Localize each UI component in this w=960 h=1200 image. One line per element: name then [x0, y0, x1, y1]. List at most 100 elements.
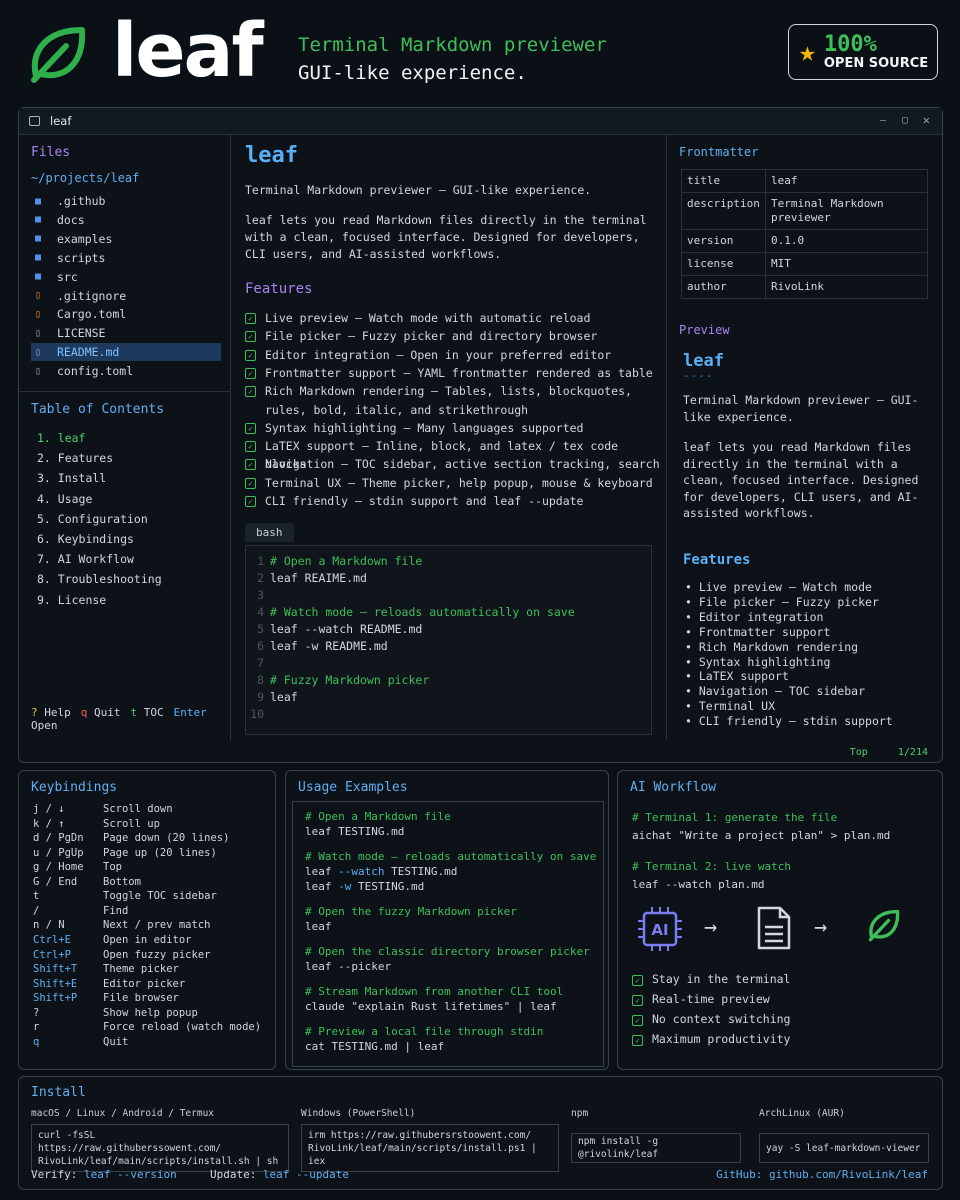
- keybinding-key: G / End: [33, 875, 78, 888]
- preview-list-item: • Editor integration: [685, 610, 823, 625]
- keybinding-key: r: [33, 1021, 40, 1034]
- preview-list-text: Editor integration: [698, 609, 824, 624]
- github-link[interactable]: github.com/RivoLink/leaf: [769, 1168, 928, 1181]
- install-command[interactable]: curl -fsSL https://raw.githuberssowent.c…: [31, 1124, 289, 1172]
- github-label: GitHub:: [716, 1168, 763, 1181]
- toc-item[interactable]: 3. Install: [37, 471, 106, 485]
- brand-wordmark: leaf: [112, 8, 264, 94]
- bullet-icon: •: [685, 624, 699, 639]
- preview-list-text: Frontmatter support: [698, 624, 831, 639]
- folder-icon: ■: [35, 214, 42, 226]
- feature-item: ✓ Terminal UX — Theme picker, help popup,…: [245, 474, 653, 492]
- help-key: Enter: [173, 706, 207, 719]
- usage-cmd-flag: -w: [338, 880, 352, 893]
- keybinding-row: ? Show help popup: [33, 1006, 273, 1020]
- usage-cmd-part: leaf: [305, 880, 339, 893]
- file-item[interactable]: ▯ Cargo.toml: [31, 305, 221, 323]
- frontmatter-key: description: [681, 192, 766, 230]
- doc-intro: leaf lets you read Markdown files direct…: [245, 213, 647, 261]
- preview-list-text: Terminal UX: [698, 699, 776, 714]
- keybindings-heading: Keybindings: [31, 780, 118, 795]
- feature-item: rules, bold, italic, and strikethrough: [265, 401, 528, 419]
- file-item[interactable]: ■ scripts: [31, 249, 221, 267]
- code-line: 2 leaf REAIME.md: [246, 570, 367, 587]
- feature-text: File picker — Fuzzy picker and directory…: [265, 329, 598, 344]
- line-number: 7: [257, 656, 264, 670]
- keybinding-row: Shift+T Theme picker: [33, 962, 273, 976]
- usage-command: claude "explain Rust lifetimes" | leaf: [305, 1000, 557, 1013]
- install-command[interactable]: npm install -g @rivolink/leaf: [571, 1133, 741, 1163]
- file-item[interactable]: ▯ README.md: [31, 343, 221, 362]
- file-item[interactable]: ■ src: [31, 268, 221, 286]
- code-line: 1 # Open a Markdown file: [246, 553, 422, 570]
- toc-item[interactable]: 4. Usage: [37, 492, 92, 506]
- feature-text: Terminal UX — Theme picker, help popup, …: [265, 475, 653, 490]
- toc-item[interactable]: 8. Troubleshooting: [37, 572, 162, 586]
- frontmatter-value: MIT: [765, 252, 928, 276]
- toc-item[interactable]: 1. leaf: [37, 431, 85, 445]
- close-icon[interactable]: ✕: [923, 113, 930, 127]
- line-number: 8: [257, 673, 264, 687]
- maximize-icon[interactable]: ▢: [902, 115, 908, 126]
- keybinding-row: k / ↑ Scroll up: [33, 817, 273, 831]
- checkbox-icon: ✓: [632, 1035, 643, 1046]
- frontmatter-table: title leaf description Terminal Markdown pr…: [681, 169, 928, 299]
- checkbox-icon: ✓: [245, 367, 256, 379]
- file-item[interactable]: ■ docs: [31, 211, 221, 229]
- file-item[interactable]: ▯ .gitignore: [31, 287, 221, 305]
- feature-item: ✓ File picker — Fuzzy picker and director…: [245, 327, 597, 345]
- status-bar: Top 1/214: [850, 747, 928, 758]
- toc-item[interactable]: 6. Keybindings: [37, 532, 134, 546]
- toc-item[interactable]: 2. Features: [37, 451, 113, 465]
- install-command[interactable]: yay -S leaf-markdown-viewer: [759, 1133, 929, 1163]
- code-line: 10: [246, 706, 270, 723]
- checkbox-icon: ✓: [632, 975, 643, 986]
- checkbox-icon: ✓: [245, 441, 256, 453]
- file-item[interactable]: ▯ LICENSE: [31, 324, 221, 342]
- toc-item[interactable]: 5. Configuration: [37, 512, 148, 526]
- verify-command: leaf --version: [83, 1168, 177, 1181]
- hero-tagline-1: Terminal Markdown previewer: [298, 34, 607, 56]
- install-panel: Install macOS / Linux / Android / Termux…: [18, 1076, 943, 1190]
- checkbox-icon: ✓: [245, 313, 256, 324]
- file-item[interactable]: ▯ config.toml: [31, 362, 221, 380]
- preview-list-item: • File picker — Fuzzy picker: [685, 595, 879, 610]
- keybinding-key: ?: [33, 1006, 40, 1019]
- code-text: leaf REAIME.md: [270, 571, 367, 585]
- window-title: leaf: [50, 114, 72, 128]
- code-block: 1 # Open a Markdown file 2 leaf REAIME.md 3 4…: [245, 545, 652, 735]
- usage-command: leaf -w TESTING.md: [305, 880, 424, 894]
- keybinding-row: G / End Bottom: [33, 875, 273, 889]
- bullet-icon: •: [685, 714, 699, 729]
- preview-list-item: • CLI friendly — stdin support: [685, 714, 893, 729]
- file-item[interactable]: ■ examples: [31, 230, 221, 248]
- frontmatter-row: author RivoLink: [681, 275, 928, 299]
- preview-list-text: Navigation — TOC sidebar: [698, 684, 866, 699]
- checkbox-icon: ✓: [245, 349, 256, 361]
- toc-item[interactable]: 7. AI Workflow: [37, 552, 134, 566]
- checkbox-icon: ✓: [245, 422, 256, 434]
- usage-heading: Usage Examples: [298, 780, 408, 795]
- usage-command: cat TESTING.md | leaf: [305, 1040, 445, 1053]
- toc-item[interactable]: 9. License: [37, 593, 106, 607]
- file-name: src: [57, 269, 78, 284]
- keybinding-desc: Scroll down: [103, 803, 173, 815]
- code-text: # Watch mode — reloads automatically on …: [270, 605, 575, 619]
- code-text: # Fuzzy Markdown picker: [270, 673, 430, 687]
- line-number: 4: [257, 605, 264, 619]
- keybinding-row: Ctrl+P Open fuzzy picker: [33, 948, 273, 962]
- file-name: README.md: [57, 345, 120, 360]
- install-command[interactable]: irm https://raw.githubersrstoowent.com/ …: [301, 1124, 559, 1172]
- minimize-icon[interactable]: —: [880, 115, 886, 126]
- preview-list-text: Rich Markdown rendering: [698, 639, 859, 654]
- usage-comment: # Stream Markdown from another CLI tool: [305, 985, 564, 998]
- frontmatter-key: version: [681, 229, 766, 253]
- preview-h1: leaf: [683, 351, 724, 371]
- frontmatter-key: author: [681, 275, 766, 299]
- code-line: 4 # Watch mode — reloads automatically on…: [246, 604, 575, 621]
- doc-title: leaf: [245, 143, 298, 168]
- keybinding-desc: Next / prev match: [103, 919, 211, 932]
- open-source-badge: ★ 100% OPEN SOURCE: [788, 24, 938, 80]
- file-item[interactable]: ■ .github: [31, 192, 221, 210]
- feature-item: ✓ Rich Markdown rendering — Tables, lists…: [245, 382, 632, 400]
